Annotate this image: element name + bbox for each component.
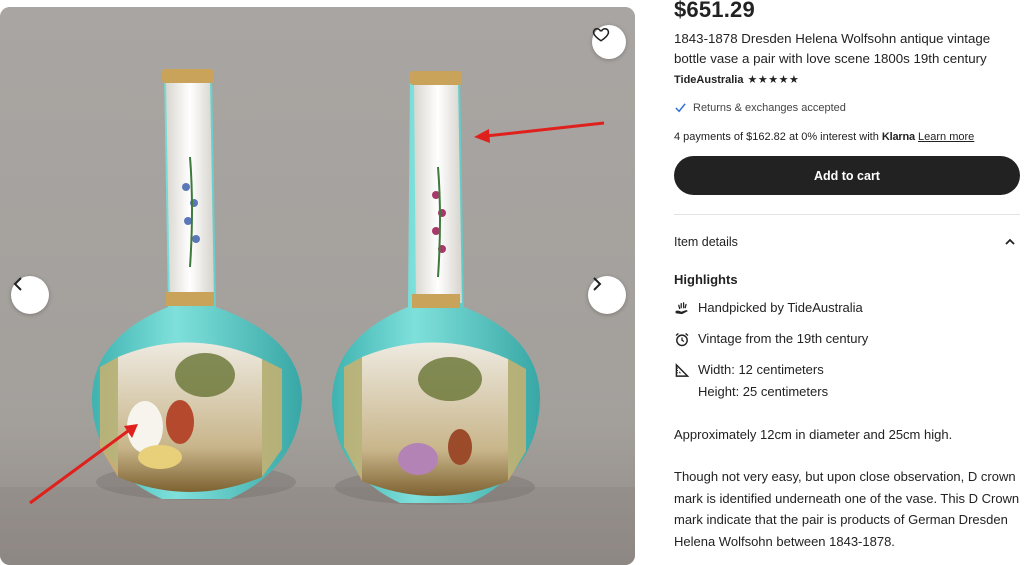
rating-stars[interactable]: ★★★★★ [748,73,800,86]
hand-icon [675,301,688,314]
price: $651.29 [674,0,755,22]
handpicked-label: Handpicked by [698,300,784,315]
klarna-installments: 4 payments of $162.82 at 0% interest wit… [674,131,974,143]
chevron-left-icon [13,277,22,291]
highlight-dimensions: Width: 12 centimeters Height: 25 centime… [674,359,828,403]
chevron-up-icon [1005,238,1015,245]
klarna-logo: Klarna [881,131,915,143]
ruler-triangle-icon [675,362,690,377]
vintage-text: Vintage from the 19th century [698,331,869,346]
description-mark: Though not very easy, but upon close obs… [674,469,1020,549]
previous-image-button[interactable] [11,276,49,314]
returns-text: Returns & exchanges accepted [693,101,846,114]
height-text: Height: 25 centimeters [698,384,829,399]
handpicked-shop-link[interactable]: TideAustralia [787,300,862,315]
chevron-right-icon [593,277,602,291]
highlight-handpicked: Handpicked by TideAustralia [674,297,863,319]
listing-title: 1843-1878 Dresden Helena Wolfsohn antiqu… [674,31,991,66]
returns-info: Returns & exchanges accepted [674,101,846,114]
description-size: Approximately 12cm in diameter and 25cm … [674,427,953,442]
item-details-label: Item details [674,235,738,249]
width-text: Width: 12 centimeters [698,362,824,377]
highlights-heading: Highlights [674,272,738,287]
klarna-text: 4 payments of $162.82 at 0% interest wit… [674,131,879,143]
item-details-toggle[interactable]: Item details [674,235,1016,249]
favorite-button[interactable] [592,25,626,59]
listing-image-gallery[interactable] [0,7,635,565]
next-image-button[interactable] [588,276,626,314]
heart-icon [592,27,610,42]
highlight-vintage: Vintage from the 19th century [674,328,868,350]
shop-row: TideAustralia ★★★★★ [674,73,800,87]
add-to-cart-button[interactable]: Add to cart [674,156,1020,195]
learn-more-link[interactable]: Learn more [918,131,974,143]
section-divider [674,214,1020,215]
checkmark-icon [675,103,686,113]
listing-photo [0,7,635,565]
alarm-clock-icon [675,332,689,346]
shop-name-link[interactable]: TideAustralia [674,74,744,86]
